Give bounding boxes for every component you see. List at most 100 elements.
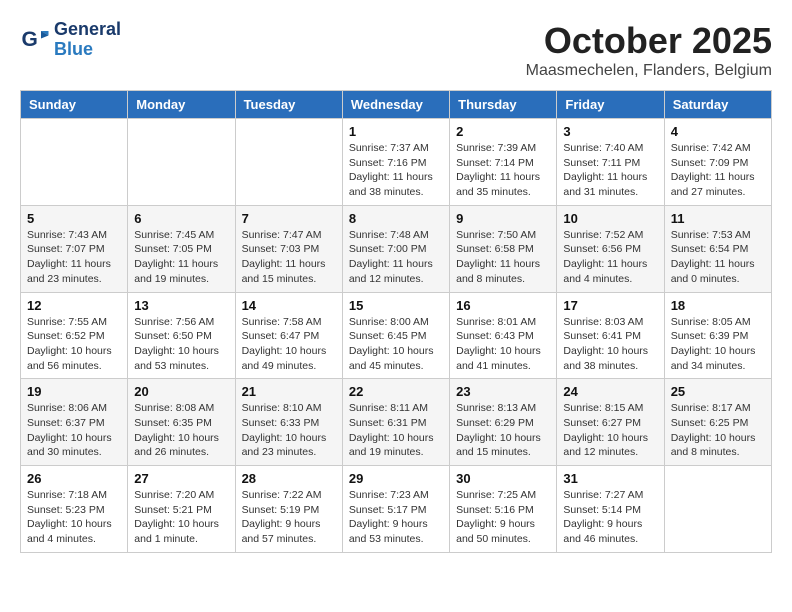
day-number: 5 (27, 211, 121, 226)
day-number: 25 (671, 384, 765, 399)
calendar-week-row: 12 Sunrise: 7:55 AM Sunset: 6:52 PM Dayli… (21, 292, 772, 379)
day-info: Sunrise: 7:42 AM Sunset: 7:09 PM Dayligh… (671, 141, 765, 200)
day-number: 14 (242, 298, 336, 313)
calendar-cell: 5 Sunrise: 7:43 AM Sunset: 7:07 PM Daylig… (21, 205, 128, 292)
logo-text: General Blue (54, 20, 121, 60)
day-number: 30 (456, 471, 550, 486)
page-header: G General Blue October 2025 Maasmechelen… (20, 20, 772, 80)
day-info: Sunrise: 8:11 AM Sunset: 6:31 PM Dayligh… (349, 401, 443, 460)
weekday-header: Wednesday (342, 91, 449, 119)
calendar-cell: 7 Sunrise: 7:47 AM Sunset: 7:03 PM Daylig… (235, 205, 342, 292)
day-info: Sunrise: 8:05 AM Sunset: 6:39 PM Dayligh… (671, 315, 765, 374)
logo: G General Blue (20, 20, 121, 60)
day-info: Sunrise: 8:10 AM Sunset: 6:33 PM Dayligh… (242, 401, 336, 460)
calendar-cell: 10 Sunrise: 7:52 AM Sunset: 6:56 PM Dayli… (557, 205, 664, 292)
day-number: 31 (563, 471, 657, 486)
day-number: 18 (671, 298, 765, 313)
calendar-cell: 24 Sunrise: 8:15 AM Sunset: 6:27 PM Dayli… (557, 379, 664, 466)
day-info: Sunrise: 7:55 AM Sunset: 6:52 PM Dayligh… (27, 315, 121, 374)
calendar-week-row: 1Sunrise: 7:37 AM Sunset: 7:16 PM Daylig… (21, 119, 772, 206)
day-info: Sunrise: 8:17 AM Sunset: 6:25 PM Dayligh… (671, 401, 765, 460)
day-info: Sunrise: 7:56 AM Sunset: 6:50 PM Dayligh… (134, 315, 228, 374)
day-number: 12 (27, 298, 121, 313)
logo-blue: Blue (54, 40, 121, 60)
day-number: 19 (27, 384, 121, 399)
day-info: Sunrise: 7:50 AM Sunset: 6:58 PM Dayligh… (456, 228, 550, 287)
day-info: Sunrise: 8:15 AM Sunset: 6:27 PM Dayligh… (563, 401, 657, 460)
weekday-header: Friday (557, 91, 664, 119)
day-info: Sunrise: 7:23 AM Sunset: 5:17 PM Dayligh… (349, 488, 443, 547)
calendar-cell: 3 Sunrise: 7:40 AM Sunset: 7:11 PM Daylig… (557, 119, 664, 206)
calendar-cell: 29 Sunrise: 7:23 AM Sunset: 5:17 PM Dayli… (342, 466, 449, 553)
title-section: October 2025 Maasmechelen, Flanders, Bel… (526, 20, 772, 80)
calendar-table: SundayMondayTuesdayWednesdayThursdayFrid… (20, 90, 772, 553)
calendar-cell: 2 Sunrise: 7:39 AM Sunset: 7:14 PM Daylig… (450, 119, 557, 206)
day-info: Sunrise: 7:58 AM Sunset: 6:47 PM Dayligh… (242, 315, 336, 374)
day-info: Sunrise: 7:43 AM Sunset: 7:07 PM Dayligh… (27, 228, 121, 287)
day-number: 9 (456, 211, 550, 226)
calendar-cell (664, 466, 771, 553)
calendar-cell: 11Sunrise: 7:53 AM Sunset: 6:54 PM Dayli… (664, 205, 771, 292)
calendar-cell: 18 Sunrise: 8:05 AM Sunset: 6:39 PM Dayli… (664, 292, 771, 379)
weekday-header: Sunday (21, 91, 128, 119)
calendar-cell: 8Sunrise: 7:48 AM Sunset: 7:00 PM Daylig… (342, 205, 449, 292)
day-number: 20 (134, 384, 228, 399)
day-number: 4 (671, 124, 765, 139)
calendar-header-row: SundayMondayTuesdayWednesdayThursdayFrid… (21, 91, 772, 119)
logo-general: General (54, 20, 121, 40)
day-info: Sunrise: 8:06 AM Sunset: 6:37 PM Dayligh… (27, 401, 121, 460)
calendar-cell: 31 Sunrise: 7:27 AM Sunset: 5:14 PM Dayli… (557, 466, 664, 553)
day-number: 26 (27, 471, 121, 486)
day-info: Sunrise: 8:13 AM Sunset: 6:29 PM Dayligh… (456, 401, 550, 460)
calendar-cell (21, 119, 128, 206)
day-number: 29 (349, 471, 443, 486)
day-info: Sunrise: 8:03 AM Sunset: 6:41 PM Dayligh… (563, 315, 657, 374)
logo-icon: G (20, 25, 50, 55)
day-info: Sunrise: 7:22 AM Sunset: 5:19 PM Dayligh… (242, 488, 336, 547)
calendar-week-row: 19 Sunrise: 8:06 AM Sunset: 6:37 PM Dayli… (21, 379, 772, 466)
calendar-cell: 19 Sunrise: 8:06 AM Sunset: 6:37 PM Dayli… (21, 379, 128, 466)
calendar-cell: 23 Sunrise: 8:13 AM Sunset: 6:29 PM Dayli… (450, 379, 557, 466)
day-number: 1 (349, 124, 443, 139)
calendar-cell: 15Sunrise: 8:00 AM Sunset: 6:45 PM Dayli… (342, 292, 449, 379)
calendar-cell: 4 Sunrise: 7:42 AM Sunset: 7:09 PM Daylig… (664, 119, 771, 206)
day-info: Sunrise: 7:25 AM Sunset: 5:16 PM Dayligh… (456, 488, 550, 547)
calendar-cell (235, 119, 342, 206)
calendar-cell: 27 Sunrise: 7:20 AM Sunset: 5:21 PM Dayli… (128, 466, 235, 553)
day-number: 13 (134, 298, 228, 313)
day-info: Sunrise: 7:20 AM Sunset: 5:21 PM Dayligh… (134, 488, 228, 547)
day-info: Sunrise: 7:52 AM Sunset: 6:56 PM Dayligh… (563, 228, 657, 287)
day-number: 8 (349, 211, 443, 226)
day-number: 7 (242, 211, 336, 226)
calendar-cell: 1Sunrise: 7:37 AM Sunset: 7:16 PM Daylig… (342, 119, 449, 206)
day-number: 27 (134, 471, 228, 486)
calendar-cell: 22Sunrise: 8:11 AM Sunset: 6:31 PM Dayli… (342, 379, 449, 466)
day-number: 23 (456, 384, 550, 399)
calendar-cell: 20 Sunrise: 8:08 AM Sunset: 6:35 PM Dayli… (128, 379, 235, 466)
day-info: Sunrise: 7:18 AM Sunset: 5:23 PM Dayligh… (27, 488, 121, 547)
day-number: 16 (456, 298, 550, 313)
day-info: Sunrise: 7:45 AM Sunset: 7:05 PM Dayligh… (134, 228, 228, 287)
day-info: Sunrise: 7:40 AM Sunset: 7:11 PM Dayligh… (563, 141, 657, 200)
calendar-cell: 28 Sunrise: 7:22 AM Sunset: 5:19 PM Dayli… (235, 466, 342, 553)
weekday-header: Tuesday (235, 91, 342, 119)
day-number: 2 (456, 124, 550, 139)
day-info: Sunrise: 7:27 AM Sunset: 5:14 PM Dayligh… (563, 488, 657, 547)
day-number: 28 (242, 471, 336, 486)
day-number: 10 (563, 211, 657, 226)
day-number: 24 (563, 384, 657, 399)
day-number: 15 (349, 298, 443, 313)
day-info: Sunrise: 7:39 AM Sunset: 7:14 PM Dayligh… (456, 141, 550, 200)
calendar-week-row: 5 Sunrise: 7:43 AM Sunset: 7:07 PM Daylig… (21, 205, 772, 292)
calendar-cell: 26 Sunrise: 7:18 AM Sunset: 5:23 PM Dayli… (21, 466, 128, 553)
day-number: 3 (563, 124, 657, 139)
month-title: October 2025 (526, 20, 772, 62)
day-number: 21 (242, 384, 336, 399)
calendar-cell: 13 Sunrise: 7:56 AM Sunset: 6:50 PM Dayli… (128, 292, 235, 379)
day-info: Sunrise: 7:47 AM Sunset: 7:03 PM Dayligh… (242, 228, 336, 287)
calendar-cell: 14 Sunrise: 7:58 AM Sunset: 6:47 PM Dayli… (235, 292, 342, 379)
calendar-cell: 9 Sunrise: 7:50 AM Sunset: 6:58 PM Daylig… (450, 205, 557, 292)
day-info: Sunrise: 8:08 AM Sunset: 6:35 PM Dayligh… (134, 401, 228, 460)
calendar-cell: 21 Sunrise: 8:10 AM Sunset: 6:33 PM Dayli… (235, 379, 342, 466)
day-info: Sunrise: 8:01 AM Sunset: 6:43 PM Dayligh… (456, 315, 550, 374)
